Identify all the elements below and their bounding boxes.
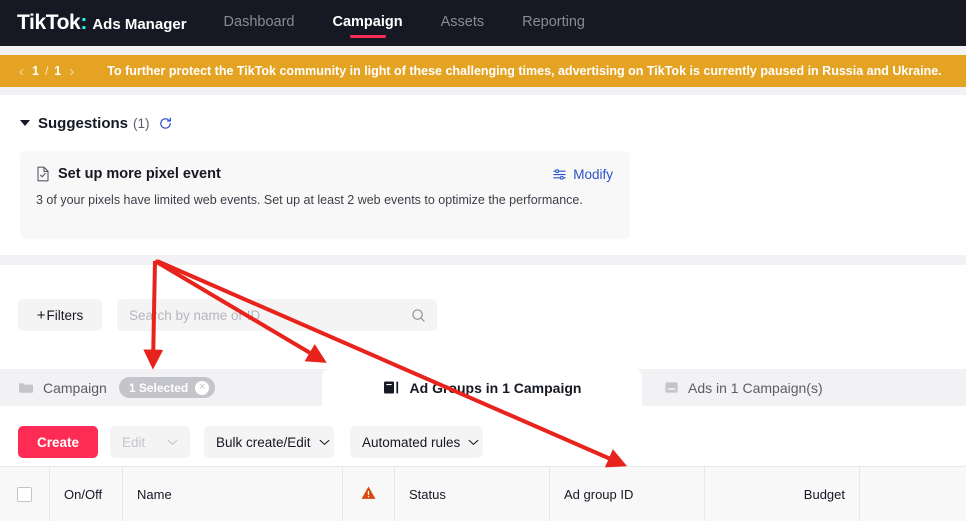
suggestion-card-title: Set up more pixel event	[58, 166, 221, 182]
filters-button[interactable]: + Filters	[18, 299, 102, 331]
document-icon	[36, 166, 50, 182]
selected-count-chip: 1 Selected ×	[118, 377, 216, 398]
select-all-checkbox[interactable]	[17, 486, 32, 502]
table-header-onoff[interactable]: On/Off	[50, 466, 123, 521]
table-header-budget[interactable]: Budget	[705, 466, 860, 521]
edit-button[interactable]: Edit	[110, 426, 190, 458]
nav-item-assets[interactable]: Assets	[441, 0, 485, 46]
banner-pagination: ‹ 1 / 1 ›	[14, 64, 79, 79]
create-button[interactable]: Create	[18, 426, 98, 458]
adgroup-icon	[383, 380, 401, 395]
banner-page-total: 1	[54, 64, 62, 78]
action-toolbar: Create Edit Bulk create/Edit Automated r…	[0, 406, 966, 466]
tab-ad-groups[interactable]: Ad Groups in 1 Campaign	[322, 369, 642, 406]
collapse-caret-icon[interactable]	[20, 120, 30, 126]
ad-icon	[664, 380, 679, 395]
filters-button-label: Filters	[46, 307, 84, 323]
edit-button-label: Edit	[122, 434, 146, 450]
search-icon[interactable]	[411, 308, 426, 323]
plus-icon: +	[36, 306, 46, 324]
close-icon[interactable]: ×	[195, 380, 210, 395]
app-root: TikTok: Ads Manager Dashboard Campaign A…	[0, 0, 966, 521]
banner-message: To further protect the TikTok community …	[107, 64, 942, 78]
table-header-name[interactable]: Name	[123, 466, 343, 521]
banner-page-separator: /	[44, 64, 49, 78]
modify-button[interactable]: Modify	[552, 167, 613, 182]
search-box[interactable]	[117, 299, 437, 331]
banner-page-current: 1	[32, 64, 39, 78]
table-header-ad-group-id[interactable]: Ad group ID	[550, 466, 705, 521]
brand-colon: :	[80, 11, 88, 34]
automated-rules-label: Automated rules	[362, 434, 461, 450]
suggestions-section: Suggestions (1) Set up more pixel event …	[0, 95, 966, 255]
alert-banner: ‹ 1 / 1 › To further protect the TikTok …	[0, 55, 966, 87]
chevron-down-icon	[167, 439, 178, 446]
search-input[interactable]	[129, 307, 394, 323]
folder-icon	[18, 381, 34, 395]
sliders-icon	[552, 167, 567, 182]
table-header-select-all[interactable]	[0, 466, 50, 521]
chevron-right-icon[interactable]: ›	[64, 64, 79, 79]
entity-tabs: Campaign 1 Selected × Ad Groups in 1 Cam…	[0, 369, 966, 406]
bulk-create-edit-button[interactable]: Bulk create/Edit	[204, 426, 334, 458]
brand-product-text: Ads Manager	[92, 16, 187, 33]
suggestions-header: Suggestions (1)	[0, 95, 966, 132]
table-header-status[interactable]: Status	[395, 466, 550, 521]
automated-rules-button[interactable]: Automated rules	[350, 426, 483, 458]
selected-count-label: 1 Selected	[128, 380, 189, 395]
brand-tiktok-text: TikTok	[17, 11, 81, 34]
filters-section: + Filters	[0, 265, 966, 369]
tab-ads-label: Ads in 1 Campaign(s)	[688, 379, 823, 396]
nav-item-reporting[interactable]: Reporting	[522, 0, 585, 46]
chevron-down-icon	[319, 439, 330, 446]
suggestions-title: Suggestions	[38, 114, 129, 132]
chevron-left-icon[interactable]: ‹	[14, 64, 29, 79]
tab-campaign-label: Campaign	[43, 379, 107, 396]
suggestion-card-description: 3 of your pixels have limited web events…	[36, 193, 583, 207]
refresh-icon[interactable]	[158, 116, 173, 131]
tab-ads[interactable]: Ads in 1 Campaign(s)	[642, 369, 845, 406]
suggestions-count: (1)	[133, 115, 150, 131]
suggestion-card: Set up more pixel event Modify 3 of your…	[20, 151, 630, 239]
top-navigation-bar: TikTok: Ads Manager Dashboard Campaign A…	[0, 0, 966, 46]
suggestion-card-title-group: Set up more pixel event	[36, 166, 221, 182]
nav-item-campaign[interactable]: Campaign	[332, 0, 402, 46]
table-header-row: On/Off Name Status Ad group ID Budget	[0, 466, 966, 521]
table-header-warning[interactable]	[343, 466, 395, 521]
warning-triangle-icon	[360, 485, 377, 504]
brand-logo[interactable]: TikTok: Ads Manager	[17, 11, 187, 35]
nav-item-dashboard[interactable]: Dashboard	[224, 0, 295, 46]
tab-campaign[interactable]: Campaign 1 Selected ×	[0, 369, 322, 406]
modify-label: Modify	[573, 166, 613, 182]
table-header-spacer	[860, 467, 966, 521]
chevron-down-icon	[468, 439, 479, 446]
suggestion-card-header: Set up more pixel event Modify	[20, 151, 630, 182]
tab-ad-groups-label: Ad Groups in 1 Campaign	[409, 379, 582, 396]
nav-links: Dashboard Campaign Assets Reporting	[224, 0, 623, 46]
bulk-create-edit-label: Bulk create/Edit	[216, 434, 311, 450]
